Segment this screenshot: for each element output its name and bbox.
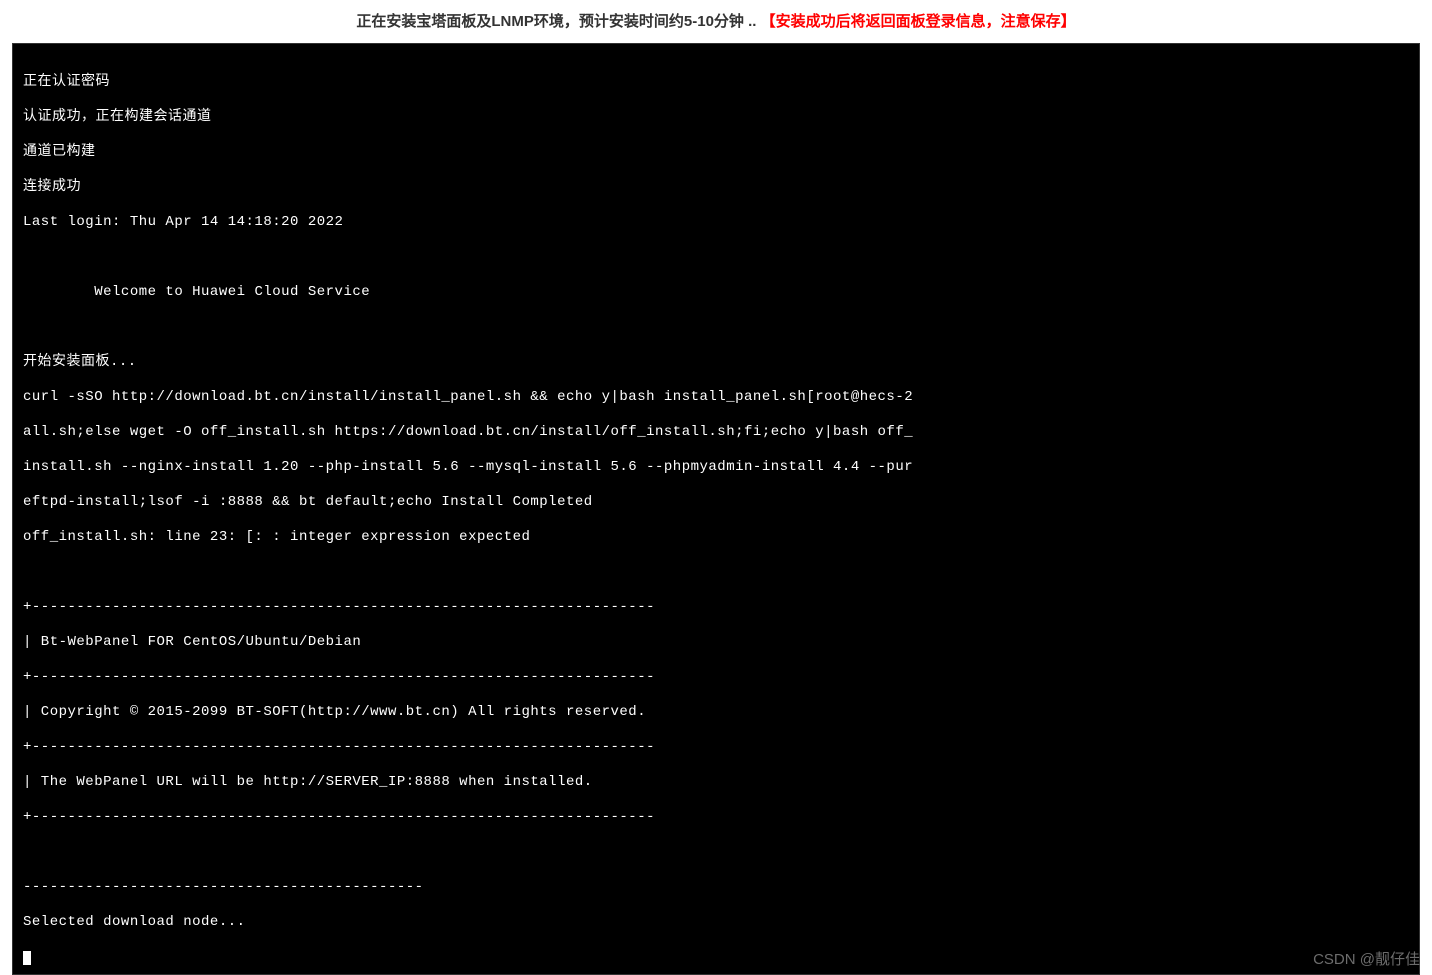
terminal-cursor	[23, 951, 31, 965]
terminal-line: +---------------------------------------…	[23, 669, 1409, 687]
install-status-text: 正在安装宝塔面板及LNMP环境，预计安装时间约5-10分钟 ..	[356, 13, 760, 30]
terminal-line: Last login: Thu Apr 14 14:18:20 2022	[23, 214, 1409, 232]
terminal-line: curl -sSO http://download.bt.cn/install/…	[23, 389, 1409, 407]
terminal-line: Welcome to Huawei Cloud Service	[23, 284, 1409, 302]
status-bar: 正在安装宝塔面板及LNMP环境，预计安装时间约5-10分钟 .. 【安装成功后将…	[0, 0, 1432, 43]
terminal-line: off_install.sh: line 23: [: : integer ex…	[23, 529, 1409, 547]
terminal-line	[23, 564, 1409, 582]
terminal-line: 连接成功	[23, 179, 1409, 197]
terminal-line: Selected download node...	[23, 914, 1409, 932]
terminal-line	[23, 319, 1409, 337]
terminal-line: 通道已构建	[23, 144, 1409, 162]
terminal-line: +---------------------------------------…	[23, 739, 1409, 757]
terminal-line	[23, 844, 1409, 862]
terminal-line: | Copyright © 2015-2099 BT-SOFT(http://w…	[23, 704, 1409, 722]
terminal-line: | The WebPanel URL will be http://SERVER…	[23, 774, 1409, 792]
install-warning-text: 【安装成功后将返回面板登录信息，注意保存】	[761, 13, 1076, 30]
terminal-line: 正在认证密码	[23, 74, 1409, 92]
terminal-line	[23, 249, 1409, 267]
terminal-line: all.sh;else wget -O off_install.sh https…	[23, 424, 1409, 442]
terminal-line: +---------------------------------------…	[23, 599, 1409, 617]
terminal-line: 开始安装面板...	[23, 354, 1409, 372]
watermark-text: CSDN @靓仔佳	[1313, 948, 1420, 969]
terminal-line: | Bt-WebPanel FOR CentOS/Ubuntu/Debian	[23, 634, 1409, 652]
terminal-line: ----------------------------------------…	[23, 879, 1409, 897]
terminal-line: install.sh --nginx-install 1.20 --php-in…	[23, 459, 1409, 477]
terminal-output[interactable]: 正在认证密码 认证成功，正在构建会话通道 通道已构建 连接成功 Last log…	[12, 43, 1420, 975]
terminal-line: 认证成功，正在构建会话通道	[23, 109, 1409, 127]
terminal-line: +---------------------------------------…	[23, 809, 1409, 827]
terminal-line: eftpd-install;lsof -i :8888 && bt defaul…	[23, 494, 1409, 512]
